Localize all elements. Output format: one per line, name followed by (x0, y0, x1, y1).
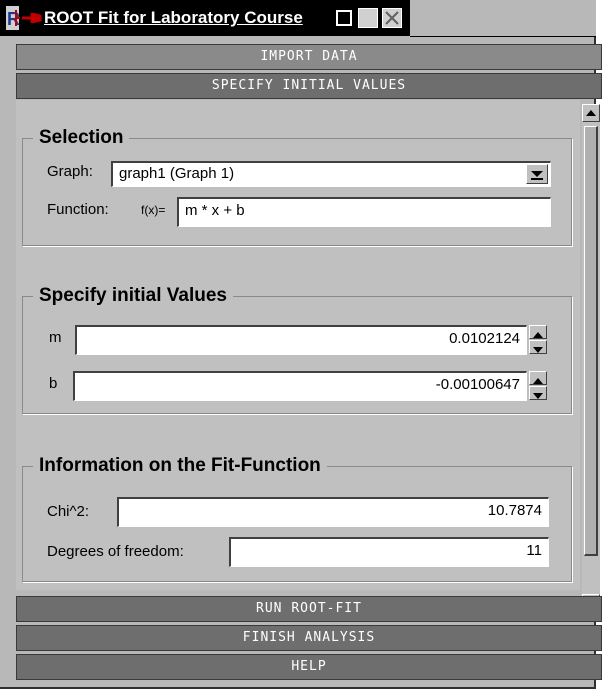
initial-values-group: Specify initial Values m 0.0102124 b -0.… (22, 285, 572, 414)
window-title: ROOT Fit for Laboratory Course (44, 8, 303, 27)
scroll-up-button[interactable] (582, 104, 600, 122)
param-b-label: b (49, 375, 58, 392)
chevron-down-icon (531, 171, 543, 180)
spin-up-button[interactable] (529, 371, 547, 385)
app-window: R ROOT Fit for Laboratory Course IMPORT … (0, 0, 602, 689)
fit-info-group: Information on the Fit-Function Chi^2: 1… (22, 455, 572, 582)
maximize-button[interactable] (358, 8, 378, 28)
chi2-label: Chi^2: (47, 503, 90, 520)
selection-title: Selection (33, 127, 130, 149)
graph-select[interactable]: graph1 (Graph 1) (111, 161, 551, 187)
import-data-button[interactable]: IMPORT DATA (16, 44, 602, 70)
spin-up-button[interactable] (529, 325, 547, 339)
content-area: Selection Graph: graph1 (Graph 1) Functi… (16, 100, 580, 590)
param-b-input[interactable]: -0.00100647 (73, 371, 527, 401)
help-button[interactable]: HELP (16, 654, 602, 680)
scrollbar-thumb[interactable] (584, 126, 598, 556)
close-icon (385, 11, 399, 25)
finish-analysis-button[interactable]: FINISH ANALYSIS (16, 625, 602, 651)
function-prefix: f(x)= (141, 203, 166, 217)
param-m-spinner[interactable] (529, 325, 547, 355)
function-label: Function: (47, 201, 109, 218)
fit-info-title: Information on the Fit-Function (33, 455, 327, 477)
pin-icon[interactable] (20, 6, 42, 30)
title-bar[interactable]: R ROOT Fit for Laboratory Course (0, 0, 410, 36)
title-bar-filler (410, 0, 596, 37)
param-m-label: m (49, 329, 62, 346)
vertical-scrollbar[interactable] (582, 104, 600, 612)
run-root-fit-button[interactable]: RUN ROOT-FIT (16, 596, 602, 622)
spin-down-button[interactable] (529, 386, 547, 400)
selection-group: Selection Graph: graph1 (Graph 1) Functi… (22, 127, 572, 246)
chi2-value: 10.7874 (117, 497, 549, 527)
param-b-spinner[interactable] (529, 371, 547, 401)
arrow-up-icon (586, 110, 596, 116)
initial-values-title: Specify initial Values (33, 285, 233, 307)
close-button[interactable] (382, 8, 402, 28)
spin-down-button[interactable] (529, 340, 547, 354)
specify-initial-values-button[interactable]: SPECIFY INITIAL VALUES (16, 73, 602, 99)
arrow-down-icon (533, 347, 543, 353)
graph-select-value: graph1 (Graph 1) (119, 165, 235, 182)
dropdown-button[interactable] (526, 164, 548, 184)
function-input[interactable]: m * x + b (177, 197, 551, 227)
minimize-button[interactable] (336, 10, 352, 26)
dof-label: Degrees of freedom: (47, 543, 184, 560)
arrow-down-icon (533, 393, 543, 399)
dof-value: 11 (229, 537, 549, 567)
param-m-input[interactable]: 0.0102124 (75, 325, 527, 355)
graph-label: Graph: (47, 163, 93, 180)
